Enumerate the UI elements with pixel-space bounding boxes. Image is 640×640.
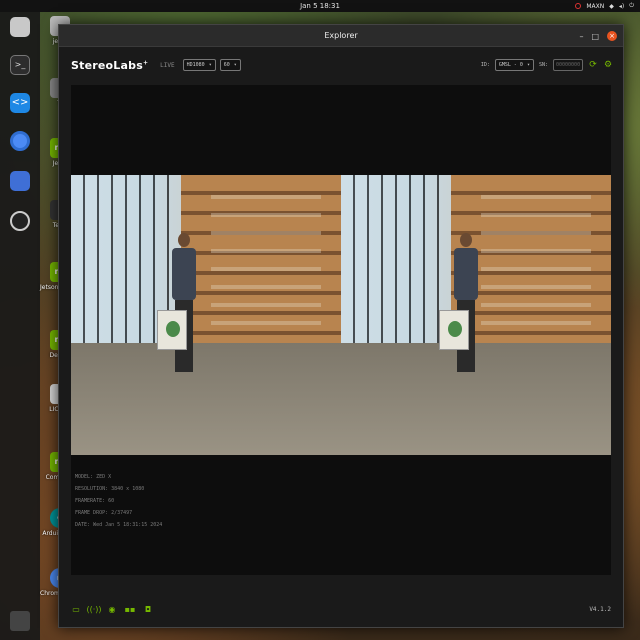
dock-app-obs[interactable]: [8, 210, 32, 232]
dock-app-vscode[interactable]: <>: [8, 92, 32, 114]
dock-app-files[interactable]: [8, 16, 32, 38]
sn-label: SN:: [538, 62, 548, 68]
minimize-icon[interactable]: –: [579, 32, 583, 41]
video-viewport[interactable]: MODEL: ZED X RESOLUTION: 3840 x 1080 FRA…: [71, 85, 611, 575]
info-framerate: FRAMERATE: 60: [75, 498, 115, 504]
recording-indicator-icon[interactable]: [575, 3, 582, 9]
stereo-video-feed: [71, 175, 611, 455]
id-label: ID:: [480, 62, 490, 68]
info-resolution: RESOLUTION: 3840 x 1080: [75, 486, 145, 492]
chevron-down-icon: ▾: [526, 62, 530, 68]
dock-app-terminal[interactable]: >_: [8, 54, 32, 76]
show-apps-button[interactable]: [8, 610, 32, 632]
files-icon: [10, 17, 30, 37]
shopping-bag: [157, 310, 187, 350]
show-apps-icon: [10, 611, 30, 631]
power-mode-indicator[interactable]: MAXN: [586, 3, 604, 10]
camera-id-select[interactable]: GMSL - 0 ▾: [494, 59, 534, 71]
chevron-down-icon: ▾: [208, 62, 212, 68]
terminal-icon: >_: [10, 55, 30, 75]
shopping-bag: [439, 310, 469, 350]
camera-info-overlay: MODEL: ZED X RESOLUTION: 3840 x 1080 FRA…: [75, 471, 162, 531]
window-controls: – □ ×: [579, 25, 617, 47]
clock[interactable]: Jan 5 18:31: [300, 2, 340, 10]
text-editor-icon: [10, 171, 30, 191]
chevron-down-icon: ▾: [233, 62, 237, 68]
dock-app-text-editor[interactable]: [8, 170, 32, 192]
folder-icon[interactable]: ▭: [71, 604, 81, 614]
dock: >_ <>: [0, 12, 40, 640]
bottom-toolbar: ▭ ((·)) ◉ ▪▪ ◘ V4.1.2: [71, 599, 611, 619]
right-camera-image: [341, 175, 611, 455]
maximize-icon[interactable]: □: [591, 32, 599, 41]
info-model: MODEL: ZED X: [75, 474, 112, 480]
info-frame-drop: FRAME DROP: 2/37497: [75, 510, 133, 516]
close-icon[interactable]: ×: [607, 31, 617, 41]
live-label: LIVE: [160, 61, 175, 69]
info-date: DATE: Wed Jan 5 18:31:15 2024: [75, 522, 163, 528]
window-title: Explorer: [324, 31, 358, 40]
volume-icon[interactable]: ◂): [619, 3, 624, 10]
app-toolbar: StereoLabs+ LIVE HD1080 ▾ 60 ▾ ID: GMSL - …: [59, 47, 623, 83]
dock-app-chromium[interactable]: [8, 130, 32, 152]
camera-selector: ID: GMSL - 0 ▾ SN: 00000000 ⟳ ⚙: [481, 47, 613, 83]
power-icon[interactable]: ⏻: [629, 2, 634, 10]
vscode-icon: <>: [10, 93, 30, 113]
brand-logo: StereoLabs+: [71, 59, 148, 72]
fps-select[interactable]: 60 ▾: [219, 59, 241, 71]
camera-id-value: GMSL - 0: [498, 62, 523, 68]
system-tray[interactable]: MAXN ◆ ◂) ⏻: [575, 0, 634, 12]
refresh-icon[interactable]: ⟳: [588, 60, 598, 70]
network-icon[interactable]: ◆: [609, 3, 614, 10]
gear-icon[interactable]: ⚙: [603, 60, 613, 70]
chromium-icon: [10, 131, 30, 151]
person-figure: [171, 233, 197, 373]
fps-value: 60: [223, 62, 230, 68]
window-titlebar[interactable]: Explorer – □ ×: [59, 25, 623, 47]
camera-snapshot-icon[interactable]: ◘: [143, 604, 153, 614]
brand-name: StereoLabs: [71, 58, 143, 72]
serial-number-field[interactable]: 00000000: [553, 59, 583, 71]
person-figure: [453, 233, 479, 373]
resolution-select[interactable]: HD1080 ▾: [182, 59, 216, 71]
brand-mark: +: [142, 58, 149, 66]
record-icon[interactable]: ◉: [107, 604, 117, 614]
explorer-window: Explorer – □ × StereoLabs+ LIVE HD1080 ▾ …: [58, 24, 624, 628]
obs-icon: [10, 211, 30, 231]
app-version: V4.1.2: [589, 605, 611, 613]
left-camera-image: [71, 175, 341, 455]
depth-icon[interactable]: ▪▪: [125, 604, 136, 614]
resolution-value: HD1080: [186, 62, 205, 68]
stream-icon[interactable]: ((·)): [86, 604, 101, 614]
top-bar: Jan 5 18:31 MAXN ◆ ◂) ⏻: [0, 0, 640, 12]
